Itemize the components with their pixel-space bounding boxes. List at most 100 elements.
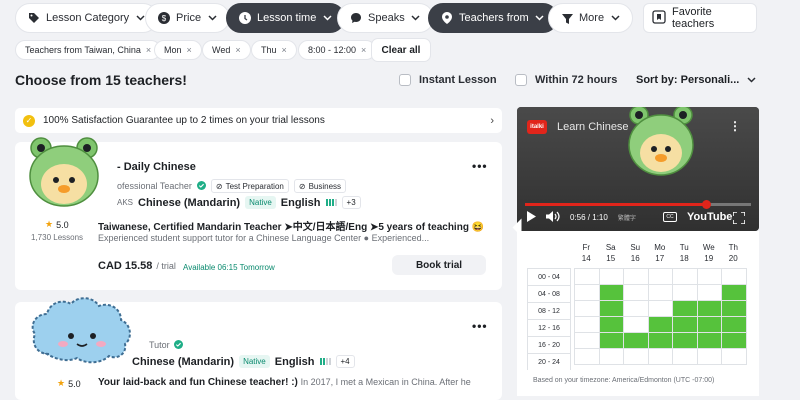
- book-trial-button[interactable]: Book trial: [392, 255, 486, 275]
- instant-lesson-checkbox[interactable]: Instant Lesson: [399, 74, 497, 86]
- native-badge: Native: [245, 196, 276, 209]
- time-slot-label: 16 - 20: [527, 336, 571, 353]
- more-languages-badge[interactable]: +4: [335, 355, 355, 368]
- checkbox-label: Within 72 hours: [535, 74, 618, 86]
- unavailable-slot: [721, 348, 747, 365]
- filter-teachers-from[interactable]: Teachers from: [428, 3, 558, 33]
- unavailable-slot: [574, 268, 600, 285]
- fullscreen-icon[interactable]: [732, 211, 746, 229]
- video-menu-icon[interactable]: ⋮: [729, 119, 741, 133]
- teacher-headline: Taiwanese, Certified Mandarin Teacher ➤中…: [98, 222, 485, 233]
- tag-business: ⊘ Business: [293, 179, 347, 193]
- unavailable-slot: [574, 316, 600, 333]
- filter-label: Price: [176, 12, 202, 24]
- clear-all-button[interactable]: Clear all: [371, 38, 431, 62]
- close-icon[interactable]: ×: [361, 45, 366, 55]
- available-slot: [696, 316, 722, 333]
- favorite-teachers-button[interactable]: Favorite teachers: [643, 3, 757, 33]
- speaks-label: AKS: [117, 198, 134, 207]
- intro-video[interactable]: italki Learn Chinese ⋮ 0:56 / 1:10 繁體字 C…: [517, 107, 759, 231]
- filter-more[interactable]: More: [548, 3, 634, 33]
- unavailable-slot: [696, 348, 722, 365]
- clock-icon: [239, 12, 251, 24]
- guarantee-banner[interactable]: ✓ 100% Satisfaction Guarantee up to 2 ti…: [15, 108, 502, 133]
- close-icon[interactable]: ×: [187, 45, 192, 55]
- tag-label: Business: [308, 181, 342, 191]
- chevron-down-icon: [411, 13, 421, 23]
- rating-value: 5.0: [56, 219, 69, 230]
- checkbox-label: Instant Lesson: [419, 74, 497, 86]
- more-options-icon[interactable]: •••: [472, 319, 488, 333]
- mascot-illustration: [625, 107, 697, 183]
- time-slot-label: 08 - 12: [527, 302, 571, 319]
- day-date: 14: [581, 254, 591, 263]
- price-unit: / trial: [156, 261, 176, 271]
- filter-price[interactable]: $ Price: [145, 3, 231, 33]
- chevron-down-icon: [610, 13, 620, 23]
- day-date: 15: [606, 254, 616, 263]
- filter-label: More: [579, 12, 605, 24]
- unavailable-slot: [647, 284, 673, 301]
- teacher-card[interactable]: ★ 5.0 1,730 Lessons - Daily Chinese ofes…: [15, 137, 502, 290]
- language-primary: Chinese (Mandarin): [132, 355, 235, 368]
- star-icon: ★: [57, 378, 66, 388]
- check-badge-icon: ✓: [23, 114, 35, 127]
- chip-label: Wed: [212, 45, 231, 55]
- chip-time-range[interactable]: 8:00 - 12:00 ×: [298, 40, 377, 60]
- close-icon[interactable]: ×: [146, 45, 151, 55]
- unavailable-slot: [623, 348, 649, 365]
- within-72-hours-checkbox[interactable]: Within 72 hours: [515, 74, 617, 86]
- unavailable-slot: [623, 268, 649, 285]
- checkbox-box[interactable]: [399, 74, 411, 86]
- schedule-grid: [574, 268, 747, 365]
- filter-speaks[interactable]: Speaks: [337, 3, 434, 33]
- checkbox-box[interactable]: [515, 74, 527, 86]
- avatar[interactable]: [29, 294, 133, 374]
- close-icon[interactable]: ×: [282, 45, 287, 55]
- schedule-row: [574, 268, 747, 285]
- chip-wed[interactable]: Wed ×: [202, 40, 251, 60]
- unavailable-slot: [647, 268, 673, 285]
- day-name: Sa: [605, 243, 616, 252]
- video-progress-fill: [525, 203, 706, 206]
- schedule-row: [574, 348, 747, 365]
- time-slot-label: 00 - 04: [527, 268, 571, 285]
- chip-mon[interactable]: Mon ×: [154, 40, 202, 60]
- more-options-icon[interactable]: •••: [472, 159, 488, 173]
- video-scrubber[interactable]: [701, 200, 711, 209]
- video-progress-track[interactable]: [525, 203, 751, 206]
- captions-icon[interactable]: CC: [663, 212, 677, 222]
- video-controls: 0:56 / 1:10 繁體字: [527, 211, 636, 224]
- filter-label: Teachers from: [459, 12, 529, 24]
- filter-lesson-time[interactable]: Lesson time: [226, 3, 346, 33]
- language-secondary: English: [274, 355, 315, 368]
- time-slot-label: 12 - 16: [527, 319, 571, 336]
- more-languages-badge[interactable]: +3: [341, 196, 361, 209]
- filter-lesson-category[interactable]: Lesson Category: [15, 3, 159, 33]
- play-icon[interactable]: [527, 211, 536, 224]
- close-icon[interactable]: ×: [235, 45, 240, 55]
- avatar[interactable]: [27, 136, 101, 210]
- chevron-down-icon: [747, 74, 756, 86]
- teacher-name[interactable]: - Daily Chinese: [117, 161, 196, 173]
- schedule-row: [574, 316, 747, 333]
- unavailable-slot: [623, 284, 649, 301]
- schedule-row: [574, 332, 747, 349]
- chip-thu[interactable]: Thu ×: [251, 40, 297, 60]
- filter-label: Speaks: [368, 12, 405, 24]
- tag-test-preparation: ⊘ Test Preparation: [210, 179, 289, 193]
- star-icon: ★: [45, 219, 54, 229]
- day-date: 17: [655, 254, 665, 263]
- youtube-logo[interactable]: YouTube: [687, 211, 732, 223]
- rating: ★ 5.0: [45, 219, 69, 230]
- chip-teachers-from[interactable]: Teachers from Taiwan, China ×: [15, 40, 162, 60]
- day-name: Th: [728, 243, 738, 252]
- volume-icon[interactable]: [546, 211, 560, 224]
- teacher-card[interactable]: ★ 5.0 Tutor Chinese (Mandarin) Native En…: [15, 297, 502, 400]
- schedule-day: Th 20: [721, 242, 746, 264]
- video-subtitle-label: 繁體字: [617, 216, 636, 222]
- chevron-down-icon: [322, 13, 332, 23]
- available-slot: [672, 300, 698, 317]
- sort-dropdown[interactable]: Sort by: Personali...: [636, 74, 756, 86]
- time-slot-label: 20 - 24: [527, 353, 571, 370]
